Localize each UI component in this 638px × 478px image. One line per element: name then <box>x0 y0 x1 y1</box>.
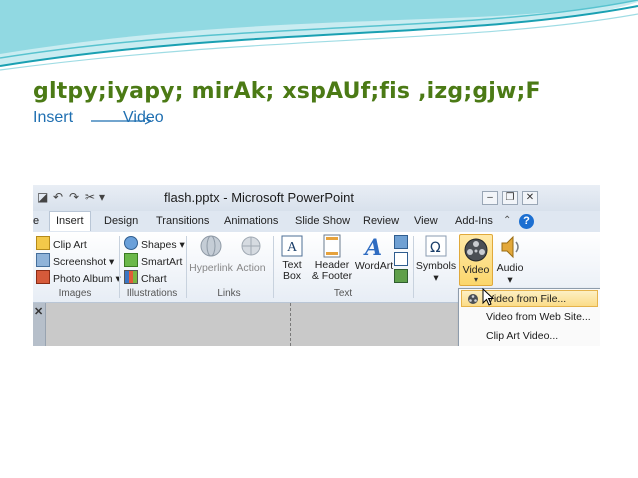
window-title: flash.pptx - Microsoft PowerPoint <box>164 190 355 205</box>
wordart-button[interactable]: A WordArt <box>354 234 394 272</box>
slide-guide-line <box>290 303 291 346</box>
help-icon[interactable]: ? <box>519 214 534 229</box>
window-titlebar: ◪ ↶ ↷ ✂ ▾ flash.pptx - Microsoft PowerPo… <box>33 185 600 212</box>
chevron-down-icon: ▾ <box>473 275 478 284</box>
group-divider <box>413 236 414 298</box>
tab-add-ins[interactable]: Add-Ins <box>455 215 493 227</box>
text-box-icon: A <box>281 235 303 257</box>
smartart-button[interactable]: SmartArt <box>124 253 182 268</box>
group-divider <box>273 236 274 298</box>
clip-art-button[interactable]: Clip Art <box>36 236 87 251</box>
ribbon-collapse-icon[interactable]: ⌃ <box>503 215 511 226</box>
header-footer-button[interactable]: Header & Footer <box>310 234 354 282</box>
svg-text:A: A <box>287 240 298 255</box>
screenshot-icon <box>36 253 50 267</box>
text-box-button[interactable]: A Text Box <box>277 234 307 282</box>
tab-slide-show[interactable]: Slide Show <box>295 215 350 227</box>
header-wave-decoration <box>0 0 638 71</box>
video-dropdown-menu: Video from File... Video from Web Site..… <box>458 288 600 346</box>
photo-album-button[interactable]: Photo Album ▾ <box>36 270 121 285</box>
date-time-icon[interactable] <box>394 235 411 250</box>
menu-item-video-from-web-site[interactable]: Video from Web Site... <box>461 309 598 326</box>
tab-view[interactable]: View <box>414 215 438 227</box>
links-group-label: Links <box>217 288 241 299</box>
close-pane-icon[interactable]: ✕ <box>34 305 43 318</box>
shapes-button[interactable]: Shapes ▾ <box>124 236 185 251</box>
redo-icon[interactable]: ↷ <box>69 190 79 204</box>
photo-album-icon <box>36 270 50 284</box>
minimize-icon[interactable]: – <box>482 191 498 205</box>
globe-link-icon <box>200 235 222 257</box>
symbols-button[interactable]: Ω Symbols ▾ <box>415 234 457 284</box>
omega-icon: Ω <box>425 235 447 257</box>
illustrations-group-label: Illustrations <box>126 288 178 299</box>
save-icon[interactable]: ◪ <box>37 190 48 204</box>
screenshot-button[interactable]: Screenshot ▾ <box>36 253 114 268</box>
object-icon[interactable] <box>394 269 411 284</box>
action-star-icon <box>241 236 261 256</box>
slide-title: gltpy;iyapy; mirAk; xspAUf;fis ,izg;gjw;… <box>33 79 541 104</box>
undo-icon[interactable]: ↶ <box>53 190 63 204</box>
tab-transitions[interactable]: Transitions <box>156 215 209 227</box>
restore-icon[interactable]: ❐ <box>502 191 518 205</box>
text-group-label: Text <box>333 288 353 299</box>
audio-button[interactable]: Audio ▾ <box>494 234 526 286</box>
header-footer-icon <box>323 234 341 258</box>
ribbon-tabs: e Insert Design Transitions Animations S… <box>33 211 600 233</box>
film-reel-icon <box>468 294 478 304</box>
film-reel-icon <box>464 238 488 262</box>
shapes-icon <box>124 236 138 250</box>
tab-file[interactable]: e <box>33 215 39 227</box>
wordart-icon: A <box>363 235 382 258</box>
tab-animations[interactable]: Animations <box>224 215 278 227</box>
svg-text:A: A <box>363 235 382 258</box>
chart-icon <box>124 270 138 284</box>
hyperlink-button[interactable]: Hyperlink <box>189 234 233 274</box>
svg-text:Ω: Ω <box>430 240 441 256</box>
tab-design[interactable]: Design <box>104 215 138 227</box>
close-icon[interactable]: ✕ <box>522 191 538 205</box>
tab-review[interactable]: Review <box>363 215 399 227</box>
slides-pane-tab[interactable]: ✕ <box>33 303 46 346</box>
menu-item-clip-art-video[interactable]: Clip Art Video... <box>461 328 598 345</box>
subtitle-insert: Insert <box>33 109 74 126</box>
images-group-label: Images <box>58 288 92 299</box>
clip-art-icon <box>36 236 50 250</box>
qat-dropdown-icon[interactable]: ▾ <box>99 190 105 204</box>
mouse-pointer-icon <box>482 288 494 306</box>
speaker-icon <box>501 235 519 259</box>
slide-subtitle: Insert Video <box>33 109 233 129</box>
tab-insert[interactable]: Insert <box>49 211 91 231</box>
subtitle-video: Video <box>123 109 164 126</box>
video-button[interactable]: Video ▾ <box>459 234 493 286</box>
smartart-icon <box>124 253 138 267</box>
action-button[interactable]: Action <box>233 234 269 274</box>
slide-number-icon[interactable] <box>394 252 411 267</box>
chart-button[interactable]: Chart <box>124 270 167 285</box>
scissors-icon[interactable]: ✂ <box>85 190 95 204</box>
powerpoint-screenshot: ◪ ↶ ↷ ✂ ▾ flash.pptx - Microsoft PowerPo… <box>33 185 600 346</box>
